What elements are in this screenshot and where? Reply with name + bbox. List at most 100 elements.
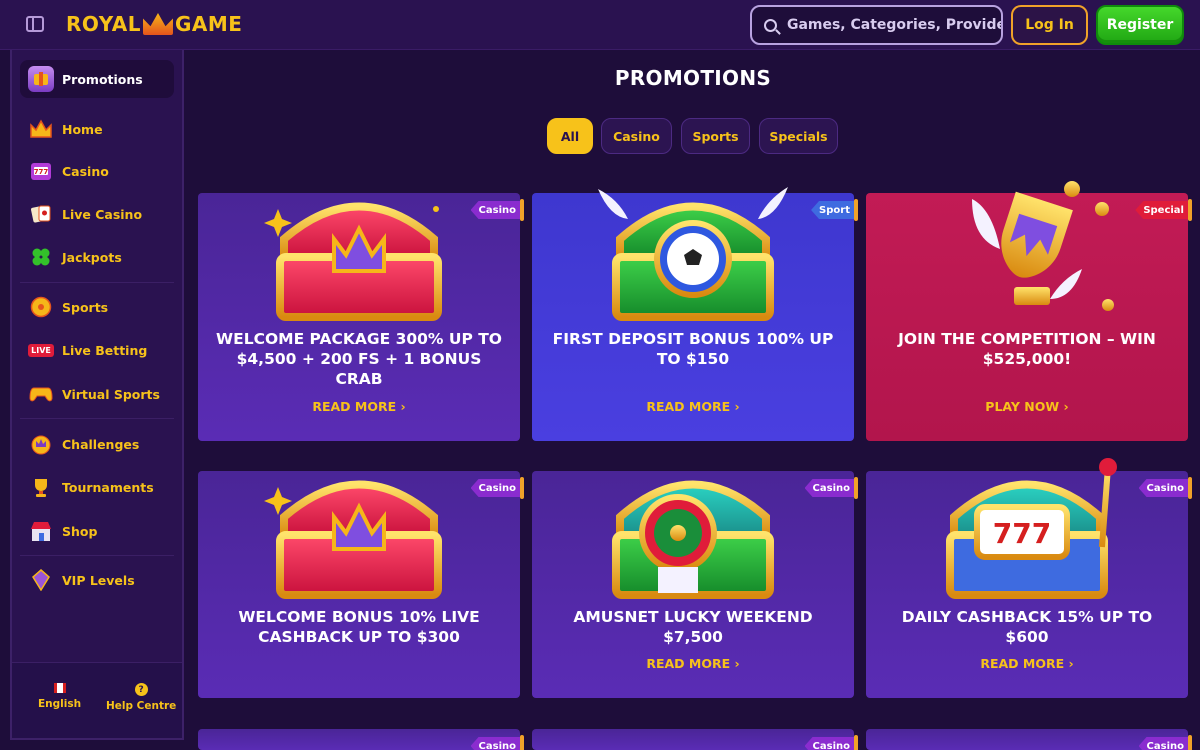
- promo-card[interactable]: Casino WELCOME PACKAGE 300% UP TO $4,500…: [198, 193, 524, 441]
- badge-tail: [854, 735, 858, 750]
- promo-card[interactable]: Casino: [532, 729, 858, 750]
- sidebar-item-promotions[interactable]: Promotions: [20, 60, 174, 98]
- promo-title: AMUSNET LUCKY WEEKEND $7,500: [573, 608, 813, 646]
- promo-card[interactable]: Casino: [198, 729, 524, 750]
- live-badge-text: LIVE: [28, 343, 54, 357]
- vip-icon: [28, 567, 54, 593]
- category-badge: Casino: [1138, 479, 1192, 497]
- cta-label: READ MORE: [980, 656, 1065, 671]
- play-now-link[interactable]: PLAY NOW ›: [866, 399, 1188, 414]
- svg-text:777: 777: [993, 517, 1051, 550]
- sidebar-item-label: Live Casino: [62, 206, 143, 222]
- promo-card[interactable]: Special JOIN THE COMPETITION – WIN $525,…: [866, 181, 1192, 441]
- slot-machine-chest-icon: 777: [946, 458, 1117, 599]
- sidebar-divider: [20, 555, 174, 556]
- sidebar-item-tournaments[interactable]: Tournaments: [20, 468, 174, 506]
- read-more-link[interactable]: READ MORE ›: [198, 399, 520, 414]
- sidebar-item-live-casino[interactable]: Live Casino: [20, 195, 174, 233]
- logo-crown-icon: [142, 13, 173, 35]
- sidebar-item-sports[interactable]: Sports: [20, 288, 174, 326]
- sidebar-item-label: Challenges: [62, 436, 140, 452]
- winged-trophy-icon: [972, 181, 1114, 311]
- promo-card[interactable]: Sport FIRST DEPOSIT BONUS 100% UP TO $15…: [532, 187, 858, 441]
- promo-title: FIRST DEPOSIT BONUS 100% UP TO $150: [552, 330, 834, 368]
- language-selector[interactable]: English: [38, 683, 81, 710]
- read-more-link[interactable]: READ MORE ›: [866, 656, 1188, 671]
- promo-title: JOIN THE COMPETITION – WIN $525,000!: [898, 330, 1156, 368]
- filter-specials[interactable]: Specials: [759, 118, 838, 154]
- sidebar-item-virtual-sports[interactable]: Virtual Sports: [20, 375, 174, 413]
- treasure-chest-icon: [264, 202, 442, 321]
- login-button[interactable]: Log In: [1011, 5, 1088, 45]
- promo-title: WELCOME BONUS 10% LIVE CASHBACK UP TO $3…: [238, 608, 480, 646]
- search-icon: [764, 18, 777, 32]
- search-input[interactable]: [786, 17, 1001, 33]
- sidebar-toggle-icon[interactable]: [26, 16, 44, 32]
- chevron-right-icon: ›: [1068, 656, 1074, 671]
- category-badge: Casino: [1138, 737, 1192, 750]
- read-more-link[interactable]: READ MORE ›: [532, 656, 854, 671]
- clover-icon: [28, 244, 54, 270]
- sidebar: Promotions Home 777 Casino Live Casino J…: [10, 50, 184, 740]
- playing-cards-icon: [28, 201, 54, 227]
- sidebar-item-label: VIP Levels: [62, 572, 135, 588]
- logo-text-left: ROYAL: [66, 12, 141, 36]
- promo-title: DAILY CASHBACK 15% UP TO $600: [901, 608, 1153, 646]
- sidebar-item-shop[interactable]: Shop: [20, 512, 174, 550]
- cta-label: PLAY NOW: [985, 399, 1060, 414]
- live-badge-icon: LIVE: [28, 337, 54, 363]
- help-centre-link[interactable]: ? Help Centre: [106, 683, 176, 712]
- badge-tail: [1188, 199, 1192, 221]
- sidebar-item-jackpots[interactable]: Jackpots: [20, 238, 174, 276]
- sidebar-item-vip-levels[interactable]: VIP Levels: [20, 561, 174, 599]
- sidebar-footer: English ? Help Centre: [12, 662, 182, 738]
- promo-card[interactable]: Casino AMUSNET LUCKY WEEKEND $7,500 READ…: [532, 471, 858, 698]
- search-box[interactable]: [750, 5, 1003, 45]
- site-logo[interactable]: ROYAL GAME: [66, 12, 242, 36]
- badge-tail: [1188, 735, 1192, 750]
- cta-label: READ MORE: [646, 399, 731, 414]
- home-crown-icon: [28, 116, 54, 142]
- category-badge: Casino: [470, 737, 524, 750]
- promo-card[interactable]: 777 Casino DAILY CASHBACK 15% UP TO $600…: [866, 458, 1192, 698]
- filter-all[interactable]: All: [547, 118, 593, 154]
- sidebar-item-label: Virtual Sports: [62, 386, 160, 402]
- logo-text-right: GAME: [174, 12, 243, 36]
- sidebar-item-challenges[interactable]: Challenges: [20, 425, 174, 463]
- help-label: Help Centre: [106, 700, 177, 712]
- canada-flag-icon: [53, 683, 66, 693]
- register-button[interactable]: Register: [1096, 5, 1184, 45]
- chevron-right-icon: ›: [400, 399, 406, 414]
- chevron-right-icon: ›: [734, 656, 740, 671]
- sidebar-item-home[interactable]: Home: [20, 110, 174, 148]
- sidebar-item-label: Live Betting: [62, 342, 148, 358]
- challenge-medal-icon: [28, 431, 54, 457]
- filter-casino[interactable]: Casino: [601, 118, 672, 154]
- slot-machine-icon: 777: [28, 158, 54, 184]
- category-badge: Sport: [811, 201, 858, 219]
- shop-icon: [28, 518, 54, 544]
- sidebar-item-label: Jackpots: [62, 249, 122, 265]
- promo-card[interactable]: Casino WELCOME BONUS 10% LIVE CASHBACK U…: [198, 471, 524, 698]
- promotions-icon: [28, 66, 54, 92]
- category-badge: Casino: [804, 737, 858, 750]
- category-badge: Casino: [470, 479, 524, 497]
- page-title: PROMOTIONS: [614, 66, 772, 90]
- category-badge: Special: [1135, 201, 1192, 219]
- filter-sports[interactable]: Sports: [681, 118, 750, 154]
- language-label: English: [38, 698, 82, 710]
- sidebar-item-casino[interactable]: 777 Casino: [20, 152, 174, 190]
- sidebar-item-label: Casino: [62, 163, 109, 179]
- chevron-right-icon: ›: [1063, 399, 1069, 414]
- badge-tail: [520, 199, 524, 221]
- sidebar-divider: [20, 418, 174, 419]
- sidebar-item-live-betting[interactable]: LIVE Live Betting: [20, 331, 174, 369]
- chest-with-football-icon: [598, 187, 788, 321]
- read-more-link[interactable]: READ MORE ›: [532, 399, 854, 414]
- promo-card[interactable]: Casino: [866, 729, 1192, 750]
- ball-icon: [28, 294, 54, 320]
- sidebar-item-label: Tournaments: [62, 479, 154, 495]
- badge-tail: [1188, 477, 1192, 499]
- roulette-chest-icon: [612, 480, 774, 599]
- cta-label: READ MORE: [312, 399, 397, 414]
